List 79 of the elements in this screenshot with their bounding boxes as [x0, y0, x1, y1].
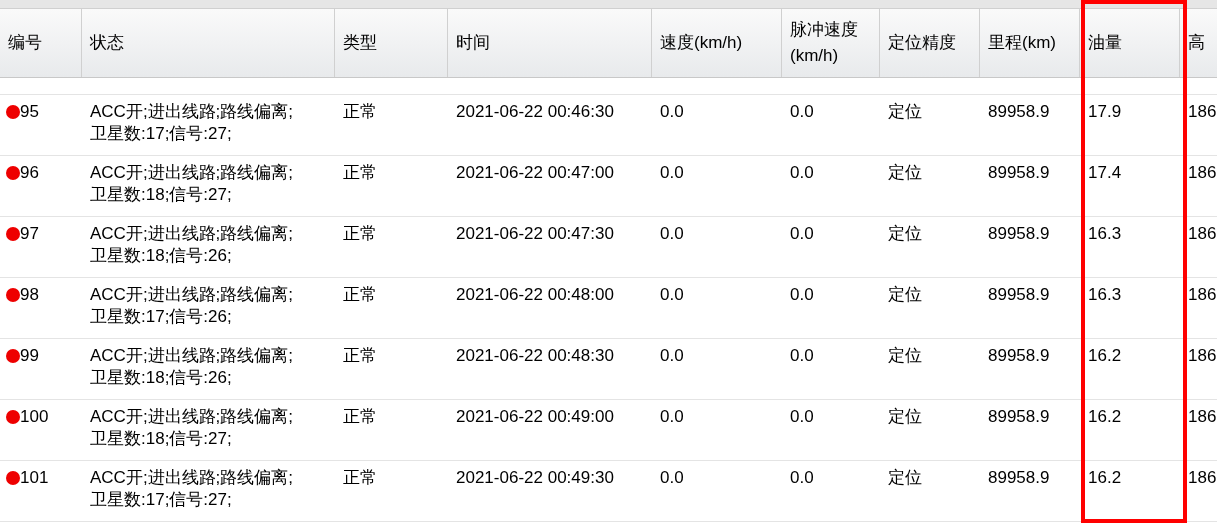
table-cell: 16.3	[1088, 285, 1122, 304]
table-cell-text: ACC开;进出线路;路线偏离;卫星数:18;信号:27;	[90, 406, 295, 450]
column-header[interactable]: 状态	[82, 8, 335, 77]
column-header[interactable]: 类型	[335, 8, 448, 77]
table-cell: 95	[20, 101, 39, 123]
table-cell: 2021-06-22 00:47:30	[456, 224, 614, 243]
table-cell: 0.0	[790, 102, 814, 121]
table-cell: 0.0	[660, 407, 684, 426]
table-cell: 100	[20, 406, 49, 428]
table-cell: 正常	[343, 102, 377, 121]
table-cell: 正常	[343, 346, 377, 365]
table-cell: 0.0	[660, 163, 684, 182]
table-cell: 17.4	[1088, 163, 1122, 182]
table-cell: 186	[1188, 468, 1217, 487]
table-cell: 186	[1188, 163, 1217, 182]
table-cell: 89958.9	[988, 163, 1050, 182]
table-cell: 16.2	[1088, 468, 1122, 487]
table-cell: 96	[20, 162, 39, 184]
column-header[interactable]: 定位精度	[880, 8, 980, 77]
table-cell: 正常	[343, 163, 377, 182]
table-cell: 98	[20, 284, 39, 306]
table-cell: 定位	[888, 224, 922, 243]
table-cell: 2021-06-22 00:47:00	[456, 163, 614, 182]
table-cell: 0.0	[660, 468, 684, 487]
table-cell-text: ACC开;进出线路;路线偏离;卫星数:17;信号:26;	[90, 284, 295, 328]
table-cell: 定位	[888, 346, 922, 365]
table-cell-text: ACC开;进出线路;路线偏离;卫星数:18;信号:26;	[90, 223, 295, 267]
table-cell: 16.2	[1088, 407, 1122, 426]
table-cell-text: ACC开;进出线路;路线偏离;卫星数:17;信号:27;	[90, 101, 295, 145]
table-cell: 0.0	[790, 224, 814, 243]
table-cell-text: ACC开;进出线路;路线偏离;卫星数:17;信号:27;	[90, 467, 295, 511]
table-cell: 0.0	[790, 285, 814, 304]
table-cell: 186	[1188, 285, 1217, 304]
table-cell: 0.0	[790, 163, 814, 182]
table-cell: 定位	[888, 102, 922, 121]
table-cell: 89958.9	[988, 102, 1050, 121]
table-cell: 0.0	[660, 102, 684, 121]
table-cell: 0.0	[790, 468, 814, 487]
table-cell: 2021-06-22 00:48:00	[456, 285, 614, 304]
table-cell: 0.0	[660, 285, 684, 304]
table-cell: 定位	[888, 468, 922, 487]
table-cell-text: ACC开;进出线路;路线偏离;卫星数:18;信号:26;	[90, 345, 295, 389]
table-cell: 定位	[888, 407, 922, 426]
table-cell: 正常	[343, 407, 377, 426]
table-cell: 186	[1188, 102, 1217, 121]
table-cell: 2021-06-22 00:49:00	[456, 407, 614, 426]
table-cell: 89958.9	[988, 285, 1050, 304]
table-cell: 定位	[888, 163, 922, 182]
column-header[interactable]: 速度(km/h)	[652, 8, 782, 77]
table-cell: 186	[1188, 346, 1217, 365]
table-cell: 89958.9	[988, 407, 1050, 426]
table-cell: 186	[1188, 407, 1217, 426]
table-cell: 0.0	[790, 346, 814, 365]
column-header[interactable]: 里程(km)	[980, 8, 1080, 77]
table-cell-text: ACC开;进出线路;路线偏离;卫星数:18;信号:27;	[90, 162, 295, 206]
table-cell: 正常	[343, 285, 377, 304]
table-cell: 101	[20, 467, 49, 489]
table-cell: 16.3	[1088, 224, 1122, 243]
table-cell: 0.0	[660, 224, 684, 243]
table-cell: 定位	[888, 285, 922, 304]
table-cell: 186	[1188, 224, 1217, 243]
table-cell: 2021-06-22 00:49:30	[456, 468, 614, 487]
column-header[interactable]: 脉冲速度(km/h)	[782, 8, 880, 77]
table-cell: 0.0	[660, 346, 684, 365]
table-cell: 89958.9	[988, 468, 1050, 487]
table-cell: 正常	[343, 468, 377, 487]
table-cell: 2021-06-22 00:48:30	[456, 346, 614, 365]
table-cell: 89958.9	[988, 224, 1050, 243]
table-cell: 89958.9	[988, 346, 1050, 365]
table-cell: 17.9	[1088, 102, 1122, 121]
table-cell: 97	[20, 223, 39, 245]
column-header[interactable]: 时间	[448, 8, 652, 77]
table-cell: 16.2	[1088, 346, 1122, 365]
table-cell: 99	[20, 345, 39, 367]
table-cell: 正常	[343, 224, 377, 243]
table-cell: 2021-06-22 00:46:30	[456, 102, 614, 121]
table-cell: 0.0	[790, 407, 814, 426]
column-header[interactable]: 油量	[1080, 8, 1180, 77]
column-header[interactable]: 编号	[0, 8, 82, 77]
